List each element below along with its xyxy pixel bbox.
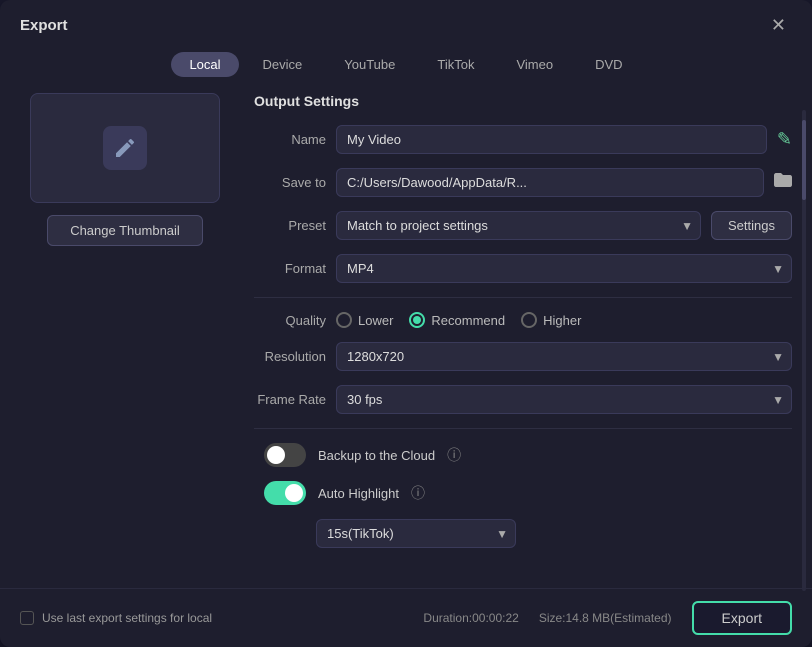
- auto-highlight-help-icon[interactable]: ⓘ: [411, 483, 425, 503]
- save-to-row: Save to C:/Users/Dawood/AppData/R...: [254, 168, 792, 197]
- tab-tiktok[interactable]: TikTok: [419, 52, 492, 77]
- quality-lower-label: Lower: [358, 313, 393, 328]
- title-bar: Export ✕: [0, 0, 812, 46]
- size-info: Size:14.8 MB(Estimated): [539, 611, 672, 625]
- quality-lower-radio[interactable]: [336, 312, 352, 328]
- quality-recommend-option[interactable]: Recommend: [409, 312, 505, 328]
- resolution-select-wrapper: 1280x720 ▼: [336, 342, 792, 371]
- right-panel: Output Settings Name ✎ Save to C:/Users/…: [254, 89, 792, 588]
- footer: Use last export settings for local Durat…: [0, 588, 812, 647]
- resolution-label: Resolution: [254, 349, 326, 364]
- thumbnail-preview: [30, 93, 220, 203]
- export-button[interactable]: Export: [692, 601, 792, 635]
- backup-cloud-label: Backup to the Cloud: [318, 448, 435, 463]
- quality-higher-label: Higher: [543, 313, 581, 328]
- left-panel: Change Thumbnail: [20, 89, 230, 588]
- footer-left: Use last export settings for local: [20, 611, 212, 625]
- duration-info: Duration:00:00:22: [423, 611, 518, 625]
- output-settings-title: Output Settings: [254, 93, 792, 109]
- footer-right: Duration:00:00:22 Size:14.8 MB(Estimated…: [423, 601, 792, 635]
- export-dialog: Export ✕ Local Device YouTube TikTok Vim…: [0, 0, 812, 647]
- tabs-row: Local Device YouTube TikTok Vimeo DVD: [0, 46, 812, 89]
- name-row: Name ✎: [254, 125, 792, 154]
- auto-highlight-label: Auto Highlight: [318, 486, 399, 501]
- quality-recommend-label: Recommend: [431, 313, 505, 328]
- quality-higher-option[interactable]: Higher: [521, 312, 581, 328]
- quality-lower-option[interactable]: Lower: [336, 312, 393, 328]
- highlight-select-row: 15s(TikTok) ▼: [254, 519, 792, 548]
- save-to-label: Save to: [254, 175, 326, 190]
- resolution-row: Resolution 1280x720 ▼: [254, 342, 792, 371]
- divider-2: [254, 428, 792, 429]
- change-thumbnail-button[interactable]: Change Thumbnail: [47, 215, 203, 246]
- highlight-select-wrapper: 15s(TikTok) ▼: [316, 519, 516, 548]
- quality-label: Quality: [254, 313, 326, 328]
- quality-radio-group: Lower Recommend Higher: [336, 312, 581, 328]
- backup-cloud-toggle-thumb: [267, 446, 285, 464]
- highlight-duration-select[interactable]: 15s(TikTok): [316, 519, 516, 548]
- thumbnail-edit-icon: [103, 126, 147, 170]
- auto-highlight-toggle[interactable]: [264, 481, 306, 505]
- backup-cloud-help-icon[interactable]: ⓘ: [447, 445, 461, 465]
- preset-select-wrapper: Match to project settings ▼: [336, 211, 701, 240]
- quality-higher-radio[interactable]: [521, 312, 537, 328]
- quality-row: Quality Lower Recommend Higher: [254, 312, 792, 328]
- format-select[interactable]: MP4: [336, 254, 792, 283]
- frame-rate-row: Frame Rate 30 fps ▼: [254, 385, 792, 414]
- name-input[interactable]: [336, 125, 767, 154]
- tab-local[interactable]: Local: [171, 52, 238, 77]
- format-label: Format: [254, 261, 326, 276]
- divider-1: [254, 297, 792, 298]
- folder-icon[interactable]: [774, 172, 792, 193]
- use-last-settings-label: Use last export settings for local: [42, 611, 212, 625]
- backup-cloud-toggle[interactable]: [264, 443, 306, 467]
- tab-device[interactable]: Device: [245, 52, 321, 77]
- settings-button[interactable]: Settings: [711, 211, 792, 240]
- auto-highlight-row: Auto Highlight ⓘ: [254, 481, 792, 505]
- main-content: Change Thumbnail Output Settings Name ✎ …: [0, 89, 812, 588]
- auto-highlight-toggle-thumb: [285, 484, 303, 502]
- scrollbar-thumb[interactable]: [802, 120, 806, 200]
- preset-select[interactable]: Match to project settings: [336, 211, 701, 240]
- format-row: Format MP4 ▼: [254, 254, 792, 283]
- frame-rate-select[interactable]: 30 fps: [336, 385, 792, 414]
- close-button[interactable]: ✕: [765, 14, 792, 36]
- scrollbar-track: [802, 110, 806, 591]
- quality-recommend-radio[interactable]: [409, 312, 425, 328]
- format-select-wrapper: MP4 ▼: [336, 254, 792, 283]
- tab-dvd[interactable]: DVD: [577, 52, 640, 77]
- dialog-title: Export: [20, 17, 68, 34]
- frame-rate-select-wrapper: 30 fps ▼: [336, 385, 792, 414]
- tab-youtube[interactable]: YouTube: [326, 52, 413, 77]
- save-to-input[interactable]: C:/Users/Dawood/AppData/R...: [336, 168, 764, 197]
- preset-label: Preset: [254, 218, 326, 233]
- resolution-select[interactable]: 1280x720: [336, 342, 792, 371]
- backup-cloud-row: Backup to the Cloud ⓘ: [254, 443, 792, 467]
- ai-icon[interactable]: ✎: [777, 129, 792, 150]
- frame-rate-label: Frame Rate: [254, 392, 326, 407]
- name-label: Name: [254, 132, 326, 147]
- tab-vimeo[interactable]: Vimeo: [498, 52, 571, 77]
- preset-row: Preset Match to project settings ▼ Setti…: [254, 211, 792, 240]
- use-last-settings-checkbox[interactable]: [20, 611, 34, 625]
